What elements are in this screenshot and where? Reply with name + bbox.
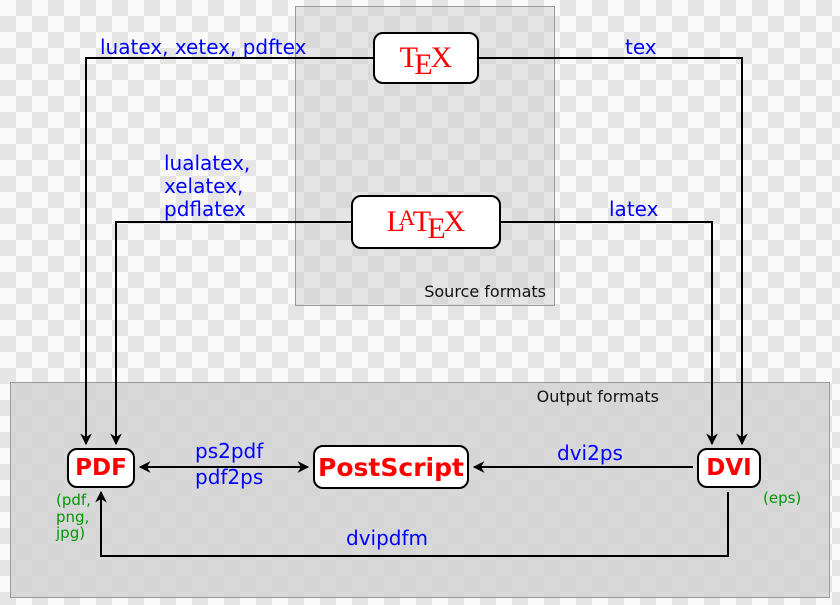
- diagram-canvas: Output formats Source formats TEX LATEX …: [0, 0, 840, 605]
- edge-latex-to-pdf-label: lualatex, xelatex, pdflatex: [164, 152, 250, 221]
- source-formats-label: Source formats: [424, 282, 546, 301]
- latex-logo: LATEX: [387, 205, 466, 239]
- postscript-label: PostScript: [318, 453, 464, 482]
- edge-tex-to-pdf-label: luatex, xetex, pdftex: [100, 36, 306, 59]
- output-formats-label: Output formats: [537, 387, 659, 406]
- tex-node: TEX: [373, 32, 479, 84]
- edge-latex-to-dvi-label: latex: [609, 198, 658, 221]
- dvi-label: DVI: [706, 455, 751, 481]
- edge-tex-to-dvi-label: tex: [625, 36, 657, 59]
- output-formats-group: Output formats: [10, 382, 830, 598]
- dvi-node: DVI: [697, 448, 761, 488]
- edge-ps-to-pdf-label: ps2pdf: [195, 440, 263, 463]
- edge-pdf-to-ps-label: pdf2ps: [195, 466, 263, 489]
- edge-dvi-to-ps-label: dvi2ps: [557, 442, 623, 465]
- latex-node: LATEX: [351, 195, 501, 249]
- pdf-node: PDF: [67, 448, 135, 488]
- pdf-annotation: (pdf, png, jpg): [56, 492, 91, 542]
- tex-logo: TEX: [400, 41, 453, 75]
- pdf-label: PDF: [75, 455, 127, 481]
- postscript-node: PostScript: [313, 445, 469, 489]
- dvi-annotation: (eps): [763, 490, 801, 507]
- edge-dvi-to-pdf-label: dvipdfm: [346, 527, 428, 550]
